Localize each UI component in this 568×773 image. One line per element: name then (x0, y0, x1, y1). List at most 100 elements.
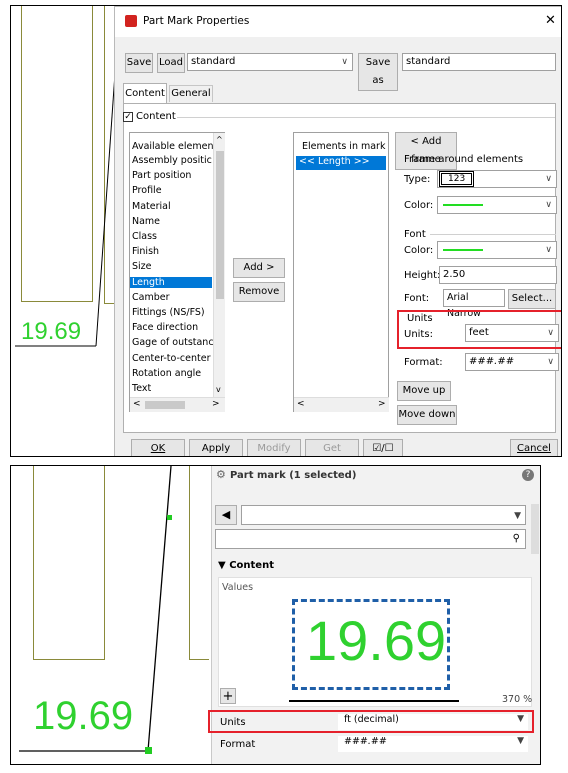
property-set-select[interactable]: ▼ (241, 505, 526, 525)
height-input[interactable]: 2.50 (439, 266, 557, 284)
search-input[interactable]: ⚲ (215, 529, 526, 549)
chevron-down-icon: ∨ (547, 328, 554, 338)
close-icon[interactable]: ✕ (545, 13, 556, 28)
font-divider (430, 234, 556, 235)
list-item[interactable]: Face direction (132, 322, 212, 333)
preset-value: standard (191, 56, 236, 67)
scroll-right-icon[interactable]: > (378, 399, 386, 409)
elements-in-mark-list[interactable]: Elements in mark << Length >> < > (293, 132, 389, 412)
font-label: Font: (404, 293, 430, 304)
select-font-button[interactable]: Select... (508, 289, 556, 309)
units-select[interactable]: feet ∨ (465, 324, 559, 342)
values-area: Values 19.69 (218, 577, 532, 707)
list-item[interactable]: Profile (132, 185, 212, 196)
preset-select[interactable]: standard ∨ (187, 53, 353, 71)
list-item[interactable]: Camber (132, 292, 212, 303)
scroll-thumb[interactable] (216, 151, 224, 299)
list-item[interactable]: Size (132, 261, 212, 272)
chevron-down-icon: ∨ (341, 57, 348, 67)
scroll-up-icon[interactable]: ^ (216, 135, 223, 144)
preview-value: 19.69 (306, 609, 447, 672)
toggle-all-button[interactable]: ☑/☐ (363, 439, 403, 456)
move-down-button[interactable]: Move down (397, 405, 457, 425)
legacy-part-mark-screenshot: 19.69 Part Mark Properties ✕ Save Load s… (10, 5, 562, 457)
scroll-left-icon[interactable]: < (297, 399, 305, 409)
format-value: ###.## (469, 356, 515, 367)
cad-length-mark[interactable]: 19.69 (33, 694, 133, 739)
tab-content[interactable]: Content (123, 83, 167, 103)
content-divider (177, 117, 555, 118)
section-content-label: Content (229, 560, 274, 571)
font-color-select[interactable]: ∨ (437, 241, 557, 259)
list-item[interactable]: Length (130, 276, 212, 288)
frame-color-select[interactable]: ∨ (437, 196, 557, 214)
list-item[interactable]: Gage of outstanc (132, 337, 214, 348)
list-item[interactable]: Center-to-center (132, 353, 212, 364)
list-hscrollbar[interactable]: < > (130, 397, 225, 412)
zoom-level: 370 % (502, 694, 533, 705)
format-select[interactable]: ###.## ∨ (465, 353, 559, 371)
units-select[interactable]: ft (decimal) ▼ (338, 714, 528, 730)
font-color-swatch (443, 249, 483, 251)
height-label: Height: (404, 270, 441, 281)
font-color-label: Color: (404, 245, 434, 256)
back-button[interactable]: ◀ (215, 505, 237, 525)
units-label: Units (220, 717, 246, 728)
list-item[interactable]: Text (132, 383, 212, 394)
content-checkbox-label: Content (136, 111, 176, 122)
list-item[interactable]: Finish (132, 246, 212, 257)
list-item[interactable]: Part position (132, 170, 212, 181)
scroll-right-icon[interactable]: > (212, 399, 220, 409)
list-item[interactable]: Rotation angle (132, 368, 212, 379)
cancel-button[interactable]: Cancel (510, 439, 558, 456)
remove-element-button[interactable]: Remove (233, 282, 285, 302)
list-item[interactable]: Material (132, 201, 212, 212)
values-label: Values (222, 582, 254, 593)
format-value: ###.## (344, 736, 387, 747)
list-item[interactable]: Fittings (NS/FS) (132, 307, 212, 318)
list-item[interactable]: Assembly positic (132, 155, 212, 166)
get-button[interactable]: Get (305, 439, 359, 456)
format-select[interactable]: ###.## ▼ (338, 736, 528, 752)
modify-button[interactable]: Modify (247, 439, 301, 456)
available-elements-list[interactable]: Available elemen Assembly positic Part po… (129, 132, 225, 412)
list-item[interactable]: Name (132, 216, 212, 227)
section-content-header[interactable]: ▼ Content (218, 560, 274, 571)
units-label: Units: (404, 329, 433, 340)
ok-button[interactable]: OK (131, 439, 185, 456)
panel-scrollbar[interactable] (531, 504, 539, 554)
frame-color-label: Color: (404, 200, 434, 211)
load-button[interactable]: Load (157, 53, 185, 73)
content-checkbox[interactable]: ✓ (123, 112, 133, 122)
tab-general-label: General (171, 88, 211, 99)
tab-general[interactable]: General (169, 85, 213, 102)
apply-button[interactable]: Apply (189, 439, 243, 456)
cad-length-mark[interactable]: 19.69 (21, 318, 81, 346)
list-hscrollbar[interactable]: < > (294, 397, 389, 412)
frame-type-select[interactable]: 123 ∨ (437, 170, 557, 188)
save-as-name-input[interactable]: standard (402, 53, 556, 71)
search-icon: ⚲ (512, 533, 520, 544)
add-element-button[interactable]: Add > (233, 258, 285, 278)
available-elements-header: Available elemen (132, 141, 214, 152)
list-scrollbar[interactable]: ^ v (213, 133, 225, 397)
save-button[interactable]: Save (125, 53, 153, 73)
units-value: feet (469, 327, 489, 338)
list-item[interactable]: Class (132, 231, 212, 242)
move-up-button[interactable]: Move up (397, 381, 451, 401)
list-item-label: << Length >> (299, 156, 370, 167)
add-value-button[interactable]: + (220, 688, 236, 704)
list-item[interactable]: << Length >> (296, 156, 386, 170)
triangle-down-icon: ▼ (218, 560, 226, 571)
font-name-field: Arial Narrow (443, 289, 505, 319)
save-as-button[interactable]: Save as (358, 53, 398, 91)
caret-down-icon: ▼ (517, 714, 524, 724)
help-icon[interactable]: ? (522, 469, 534, 481)
frame-type-swatch: 123 (438, 171, 475, 187)
hscroll-thumb[interactable] (145, 401, 185, 409)
chevron-down-icon: ∨ (545, 200, 552, 210)
scroll-down-icon[interactable]: v (216, 385, 221, 394)
units-value: ft (decimal) (344, 714, 399, 725)
chevron-down-icon: ∨ (545, 174, 552, 184)
scroll-left-icon[interactable]: < (133, 399, 141, 409)
